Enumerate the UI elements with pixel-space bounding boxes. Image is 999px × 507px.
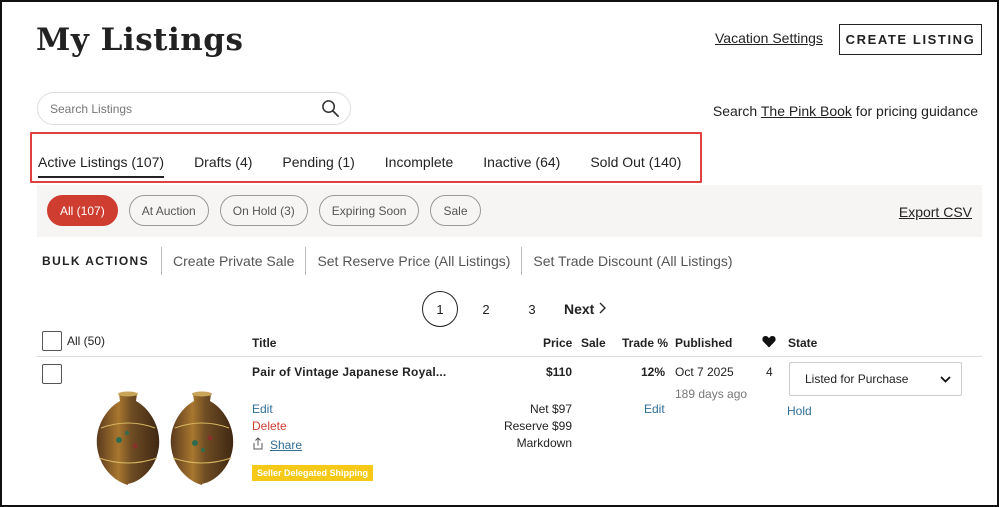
listing-trade-pct: 12% bbox=[640, 365, 665, 379]
export-csv-link[interactable]: Export CSV bbox=[899, 204, 972, 220]
select-all[interactable]: All (50) bbox=[42, 331, 105, 351]
state-select-value: Listed for Purchase bbox=[805, 372, 909, 386]
listing-thumbnail[interactable] bbox=[89, 388, 247, 488]
pink-book-suffix: for pricing guidance bbox=[851, 103, 978, 119]
listing-title-link[interactable]: Pair of Vintage Japanese Royal... bbox=[252, 365, 446, 379]
listing-reserve-price: Reserve $99 bbox=[503, 419, 572, 433]
share-label: Share bbox=[270, 438, 303, 452]
vacation-settings-link[interactable]: Vacation Settings bbox=[715, 30, 823, 46]
search-icon[interactable] bbox=[320, 99, 340, 119]
chevron-right-icon bbox=[599, 301, 607, 317]
page-1-button[interactable]: 1 bbox=[422, 291, 458, 327]
chip-expiring-soon[interactable]: Expiring Soon bbox=[318, 195, 420, 226]
bulk-actions-label: BULK ACTIONS bbox=[42, 254, 150, 268]
heart-icon[interactable] bbox=[762, 335, 776, 351]
select-all-checkbox[interactable] bbox=[42, 331, 62, 351]
column-sale[interactable]: Sale bbox=[581, 336, 606, 350]
markdown-link[interactable]: Markdown bbox=[477, 436, 572, 450]
bulk-set-reserve-price[interactable]: Set Reserve Price (All Listings) bbox=[305, 247, 521, 275]
listing-published-date: Oct 7 2025 bbox=[675, 365, 734, 379]
chip-all[interactable]: All (107) bbox=[47, 195, 118, 226]
table-row: Pair of Vintage Japanese Royal... $110 1… bbox=[37, 358, 982, 505]
state-select[interactable]: Listed for Purchase bbox=[789, 362, 962, 396]
next-page-button[interactable]: Next bbox=[564, 301, 607, 317]
search-input[interactable] bbox=[50, 101, 320, 116]
delete-link[interactable]: Delete bbox=[252, 419, 287, 433]
pink-book-link[interactable]: The Pink Book bbox=[761, 103, 852, 119]
next-page-label: Next bbox=[564, 301, 595, 317]
filter-chips: All (107) At Auction On Hold (3) Expirin… bbox=[47, 195, 492, 226]
share-link[interactable]: Share bbox=[252, 437, 302, 453]
chip-sale[interactable]: Sale bbox=[430, 195, 481, 226]
chip-at-auction[interactable]: At Auction bbox=[128, 195, 209, 226]
page-title: My Listings bbox=[36, 22, 244, 58]
chevron-down-icon bbox=[940, 372, 951, 386]
listing-price: $110 bbox=[545, 365, 572, 379]
column-price[interactable]: Price bbox=[543, 336, 572, 350]
bulk-create-private-sale[interactable]: Create Private Sale bbox=[161, 247, 305, 275]
pink-book-prefix: Search bbox=[712, 103, 761, 119]
row-checkbox[interactable] bbox=[42, 364, 62, 384]
page-3-button[interactable]: 3 bbox=[514, 291, 550, 327]
trade-edit-link[interactable]: Edit bbox=[644, 402, 665, 416]
page-2-button[interactable]: 2 bbox=[468, 291, 504, 327]
share-icon bbox=[252, 437, 264, 453]
listing-net-price: Net $97 bbox=[529, 402, 572, 416]
pink-book-guidance: Search The Pink Book for pricing guidanc… bbox=[713, 103, 978, 119]
bulk-actions-bar: BULK ACTIONS Create Private Sale Set Res… bbox=[42, 246, 744, 276]
chip-on-hold[interactable]: On Hold (3) bbox=[219, 195, 308, 226]
page-frame: My Listings Vacation Settings CREATE LIS… bbox=[0, 0, 999, 507]
tabs-highlight-box bbox=[30, 132, 702, 183]
create-listing-button[interactable]: CREATE LISTING bbox=[839, 24, 982, 55]
column-published[interactable]: Published bbox=[675, 336, 732, 350]
filter-bar: All (107) At Auction On Hold (3) Expirin… bbox=[37, 185, 982, 237]
column-trade[interactable]: Trade % bbox=[622, 336, 668, 350]
seller-delegated-shipping-badge: Seller Delegated Shipping bbox=[252, 465, 374, 481]
search-box[interactable] bbox=[37, 92, 351, 125]
column-title[interactable]: Title bbox=[252, 336, 276, 350]
listing-likes-count: 4 bbox=[766, 365, 773, 379]
edit-link[interactable]: Edit bbox=[252, 402, 273, 416]
column-state[interactable]: State bbox=[788, 336, 817, 350]
listing-published-ago: 189 days ago bbox=[675, 387, 748, 401]
hold-link[interactable]: Hold bbox=[787, 404, 812, 418]
select-all-label: All (50) bbox=[67, 334, 106, 348]
listings-table-header: All (50) Title Price Sale Trade % Publis… bbox=[37, 330, 982, 357]
pagination: 1 2 3 Next bbox=[422, 291, 607, 327]
bulk-set-trade-discount[interactable]: Set Trade Discount (All Listings) bbox=[521, 247, 743, 275]
